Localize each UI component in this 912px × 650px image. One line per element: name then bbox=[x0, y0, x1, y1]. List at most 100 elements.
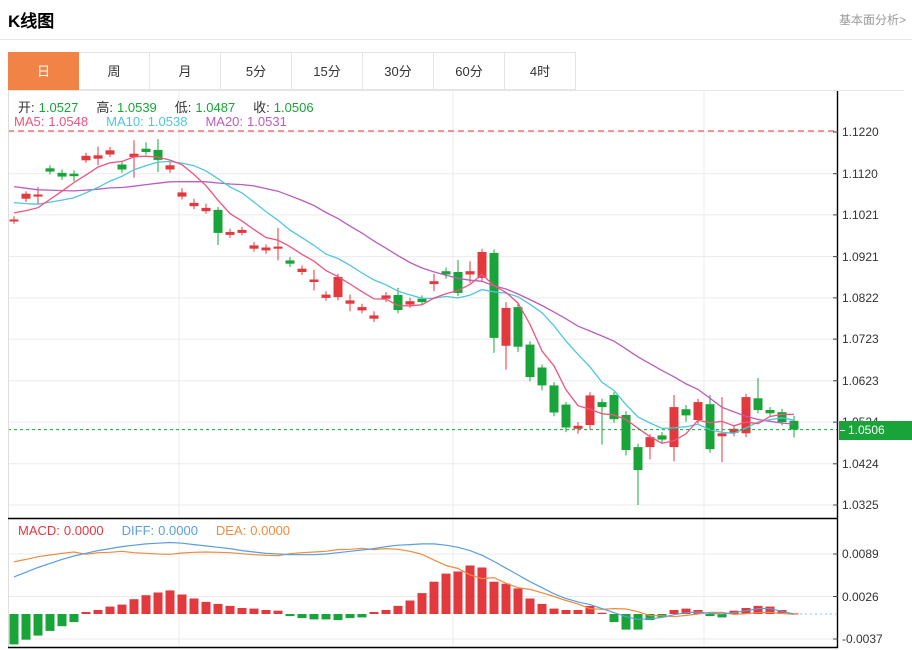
candle-body bbox=[262, 248, 271, 251]
macd-axis-label: 0.0026 bbox=[842, 589, 910, 605]
macd-hist-bar bbox=[202, 602, 211, 614]
tab-4hour[interactable]: 4时 bbox=[505, 52, 576, 90]
macd-hist-bar bbox=[562, 610, 571, 614]
ma10-value: 1.0538 bbox=[148, 114, 188, 129]
macd-hist-bar bbox=[598, 613, 607, 614]
macd-axis-label: 0.0089 bbox=[842, 546, 910, 562]
macd-hist-bar bbox=[250, 609, 259, 614]
candle-body bbox=[274, 247, 283, 249]
tab-60min[interactable]: 60分 bbox=[434, 52, 505, 90]
macd-hist-bar bbox=[22, 614, 31, 640]
candle-body bbox=[754, 398, 763, 410]
candle-body bbox=[286, 260, 295, 263]
diff-value: 0.0000 bbox=[158, 523, 198, 538]
tab-15min[interactable]: 15分 bbox=[292, 52, 363, 90]
candle-body bbox=[394, 295, 403, 310]
candle-body bbox=[226, 232, 235, 235]
macd-hist-bar bbox=[382, 610, 391, 614]
candle-body bbox=[682, 409, 691, 415]
macd-hist-bar bbox=[370, 612, 379, 614]
macd-hist-bar bbox=[70, 614, 79, 622]
tab-week[interactable]: 周 bbox=[79, 52, 150, 90]
tab-day[interactable]: 日 bbox=[8, 52, 79, 90]
macd-hist-bar bbox=[442, 574, 451, 614]
price-axis-label: 1.0325 bbox=[842, 497, 910, 513]
candle-body bbox=[790, 421, 799, 430]
macd-hist-bar bbox=[502, 584, 511, 614]
ma10-readout: MA10: 1.0538 bbox=[106, 114, 191, 129]
tab-30min[interactable]: 30分 bbox=[363, 52, 434, 90]
candle-body bbox=[214, 210, 223, 233]
candle-body bbox=[502, 308, 511, 346]
macd-hist-bar bbox=[238, 608, 247, 614]
ma5-value: 1.0548 bbox=[48, 114, 88, 129]
candle-body bbox=[10, 220, 19, 222]
tab-5min[interactable]: 5分 bbox=[221, 52, 292, 90]
candle-body bbox=[346, 300, 355, 303]
price-axis-label: 1.1220 bbox=[842, 124, 910, 140]
macd-hist-bar bbox=[550, 609, 559, 614]
candle-body bbox=[22, 194, 31, 199]
macd-hist-bar bbox=[358, 614, 367, 617]
macd-hist-bar bbox=[406, 601, 415, 615]
macd-hist-bar bbox=[322, 614, 331, 619]
tab-month[interactable]: 月 bbox=[150, 52, 221, 90]
macd-value: 0.0000 bbox=[64, 523, 104, 538]
ma5-line bbox=[14, 156, 794, 443]
candle-body bbox=[550, 385, 559, 412]
low-value: 1.0487 bbox=[195, 100, 235, 115]
macd-label: MACD: bbox=[18, 523, 60, 538]
fundamental-analysis-link[interactable]: 基本面分析> bbox=[839, 11, 906, 28]
diff-readout: DIFF:0.0000 bbox=[122, 523, 202, 538]
ma20-label: MA20: bbox=[205, 114, 243, 129]
ma10-label: MA10: bbox=[106, 114, 144, 129]
page-title: K线图 bbox=[8, 7, 54, 32]
dea-readout: DEA:0.0000 bbox=[216, 523, 294, 538]
ma-legend: MA5: 1.0548 MA10: 1.0538 MA20:1.0531 bbox=[14, 114, 305, 129]
ma20-readout: MA20:1.0531 bbox=[205, 114, 290, 129]
interval-tab-bar: 日周月5分15分30分60分4时 bbox=[8, 52, 904, 91]
ma5-label: MA5: bbox=[14, 114, 44, 129]
price-axis-label: 1.1021 bbox=[842, 207, 910, 223]
macd-hist-bar bbox=[298, 614, 307, 618]
candle-body bbox=[370, 315, 379, 318]
close-readout: 收: 1.0506 bbox=[253, 100, 317, 115]
candle-body bbox=[118, 165, 127, 170]
macd-hist-bar bbox=[418, 593, 427, 614]
candle-body bbox=[658, 435, 667, 439]
candle-body bbox=[238, 230, 247, 233]
candle-body bbox=[418, 299, 427, 302]
candle-body bbox=[142, 149, 151, 152]
candle-body bbox=[310, 280, 319, 283]
macd-hist-bar bbox=[10, 614, 19, 644]
macd-axis-label: -0.0037 bbox=[842, 631, 910, 647]
macd-hist-bar bbox=[634, 614, 643, 630]
macd-legend: MACD:0.0000DIFF:0.0000DEA:0.0000 bbox=[18, 523, 308, 538]
close-label: 收: bbox=[253, 100, 270, 115]
macd-hist-bar bbox=[226, 606, 235, 614]
macd-hist-bar bbox=[670, 610, 679, 614]
candle-body bbox=[166, 165, 175, 169]
macd-readout: MACD: 0.0000 bbox=[18, 523, 108, 538]
price-axis-label: 1.0424 bbox=[842, 456, 910, 472]
price-axis-label: 1.0921 bbox=[842, 249, 910, 265]
candle-body bbox=[298, 269, 307, 272]
candle-body bbox=[334, 277, 343, 297]
candle-body bbox=[82, 156, 91, 161]
candle-body bbox=[778, 412, 787, 422]
macd-hist-bar bbox=[178, 595, 187, 615]
macd-hist-bar bbox=[46, 614, 55, 631]
candle-body bbox=[382, 295, 391, 298]
macd-hist-bar bbox=[430, 582, 439, 614]
candle-body bbox=[106, 150, 115, 154]
high-label: 高: bbox=[96, 100, 113, 115]
ma20-line bbox=[14, 182, 794, 424]
candle-body bbox=[46, 168, 55, 171]
close-value: 1.0506 bbox=[274, 100, 314, 115]
macd-hist-bar bbox=[130, 599, 139, 614]
candle-body bbox=[34, 195, 43, 197]
macd-hist-bar bbox=[454, 572, 463, 615]
candle-body bbox=[322, 295, 331, 298]
macd-hist-bar bbox=[610, 614, 619, 622]
macd-hist-bar bbox=[346, 614, 355, 618]
